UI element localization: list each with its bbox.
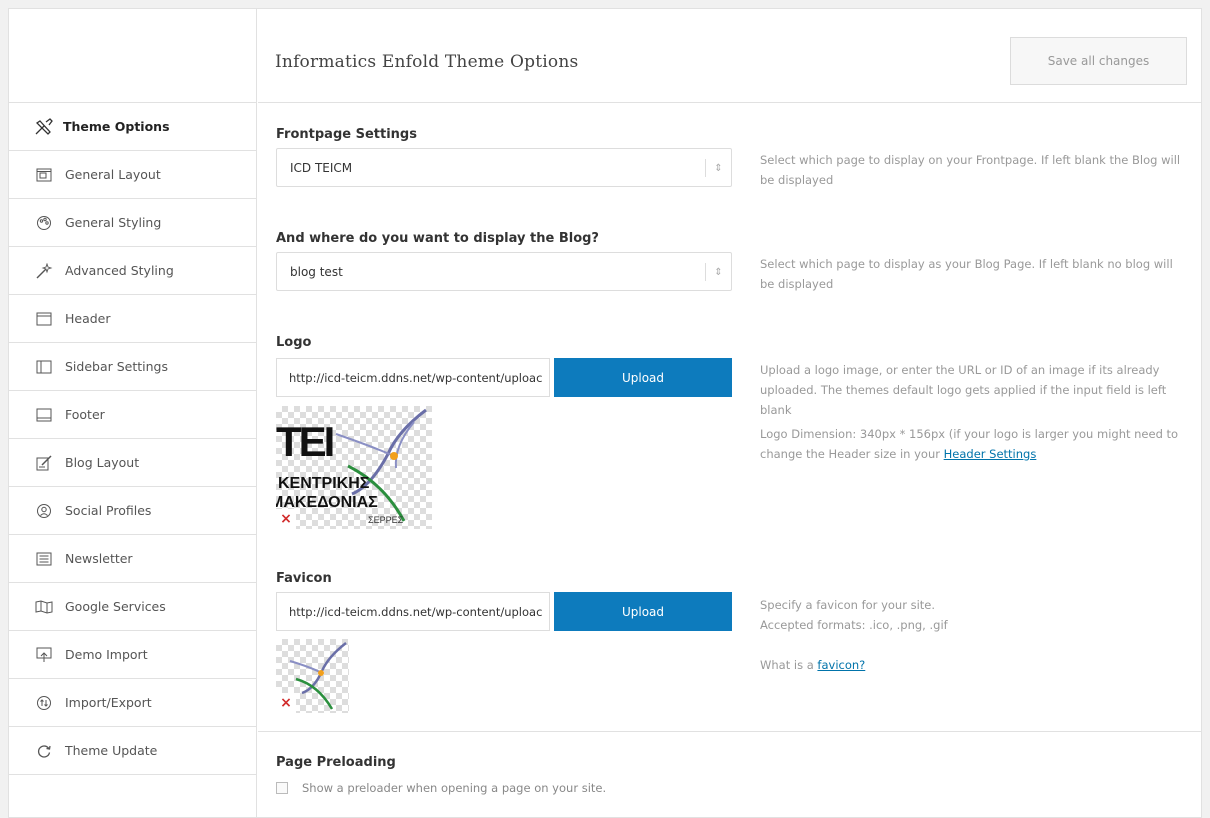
favicon-desc-line2: Accepted formats: .ico, .png, .gif	[760, 618, 948, 632]
favicon-remove-button[interactable]: ×	[276, 693, 296, 713]
sidebar-icon	[35, 358, 53, 376]
favicon-desc-line1: Specify a favicon for your site.	[760, 598, 936, 612]
section-divider	[258, 731, 1201, 732]
preloader-checkbox[interactable]	[276, 782, 288, 794]
social-icon	[35, 502, 53, 520]
preloader-checkbox-label: Show a preloader when opening a page on …	[302, 781, 607, 795]
logo-preview: TEI ΚΕΝΤΡΙΚΗΣ ΜΑΚΕΔΟΝΙΑΣ ΣΕΡΡΕΣ ×	[276, 406, 432, 529]
sidebar-item-label: Header	[65, 311, 111, 326]
blog-page-description: Select which page to display as your Blo…	[760, 257, 1173, 291]
main-content: Informatics Enfold Theme Options Save al…	[258, 9, 1201, 817]
header-icon	[35, 310, 53, 328]
sidebar-header	[9, 9, 256, 103]
options-panel: Theme Options General Layout General Sty…	[8, 8, 1202, 818]
logo-description: Upload a logo image, or enter the URL or…	[760, 363, 1167, 417]
logo-text-line4: ΣΕΡΡΕΣ	[368, 515, 404, 525]
header-settings-link[interactable]: Header Settings	[944, 447, 1037, 461]
blog-page-select[interactable]: blog test ⇕	[276, 252, 732, 291]
sidebar-item-general-layout[interactable]: General Layout	[9, 151, 256, 199]
sidebar-item-import-export[interactable]: Import/Export	[9, 679, 256, 727]
refresh-icon	[35, 742, 53, 760]
sidebar-item-label: Theme Options	[63, 119, 170, 134]
palette-icon	[35, 214, 53, 232]
favicon-upload-button[interactable]: Upload	[554, 592, 732, 631]
sidebar-item-label: Google Services	[65, 599, 166, 614]
sidebar-item-label: Newsletter	[65, 551, 133, 566]
logo-remove-button[interactable]: ×	[276, 509, 296, 529]
sidebar-item-label: General Styling	[65, 215, 162, 230]
frontpage-select-value: ICD TEICM	[290, 160, 353, 175]
sidebar-item-label: Theme Update	[65, 743, 158, 758]
select-arrows-icon: ⇕	[705, 159, 731, 177]
import-icon	[35, 646, 53, 664]
sidebar-item-theme-options[interactable]: Theme Options	[9, 103, 256, 151]
tools-icon	[33, 117, 55, 136]
frontpage-settings-label: Frontpage Settings	[276, 127, 417, 142]
sidebar-item-google-services[interactable]: Google Services	[9, 583, 256, 631]
sidebar-item-footer[interactable]: Footer	[9, 391, 256, 439]
logo-url-input[interactable]: http://icd-teicm.ddns.net/wp-content/upl…	[276, 358, 550, 397]
footer-icon	[35, 406, 53, 424]
preloader-option[interactable]: Show a preloader when opening a page on …	[276, 781, 606, 795]
sidebar: Theme Options General Layout General Sty…	[9, 9, 257, 817]
favicon-what-is: What is a favicon?	[760, 655, 1188, 675]
layout-icon	[35, 166, 53, 184]
sidebar-item-demo-import[interactable]: Demo Import	[9, 631, 256, 679]
favicon-label: Favicon	[276, 571, 332, 586]
top-bar: Informatics Enfold Theme Options Save al…	[258, 9, 1201, 103]
sidebar-item-general-styling[interactable]: General Styling	[9, 199, 256, 247]
page-title: Informatics Enfold Theme Options	[275, 52, 579, 72]
sidebar-item-theme-update[interactable]: Theme Update	[9, 727, 256, 775]
logo-upload-button[interactable]: Upload	[554, 358, 732, 397]
import-export-icon	[35, 694, 53, 712]
sidebar-item-newsletter[interactable]: Newsletter	[9, 535, 256, 583]
frontpage-description: Select which page to display on your Fro…	[760, 153, 1181, 187]
sidebar-item-label: General Layout	[65, 167, 161, 182]
sidebar-item-advanced-styling[interactable]: Advanced Styling	[9, 247, 256, 295]
sidebar-item-label: Import/Export	[65, 695, 152, 710]
sidebar-item-blog-layout[interactable]: Blog Layout	[9, 439, 256, 487]
map-icon	[35, 598, 53, 616]
favicon-url-input[interactable]: http://icd-teicm.ddns.net/wp-content/upl…	[276, 592, 550, 631]
sidebar-item-header[interactable]: Header	[9, 295, 256, 343]
logo-dimension-description: Logo Dimension: 340px * 156px (if your l…	[760, 424, 1188, 464]
select-arrows-icon: ⇕	[705, 263, 731, 281]
blog-page-label: And where do you want to display the Blo…	[276, 231, 599, 246]
logo-text-tei: TEI	[276, 418, 335, 465]
logo-label: Logo	[276, 335, 312, 350]
magic-wand-icon	[35, 262, 53, 280]
favicon-link[interactable]: favicon?	[817, 658, 865, 672]
page-preloading-label: Page Preloading	[276, 755, 396, 770]
sidebar-item-label: Demo Import	[65, 647, 148, 662]
sidebar-item-label: Social Profiles	[65, 503, 152, 518]
sidebar-item-label: Blog Layout	[65, 455, 140, 470]
blog-page-select-value: blog test	[290, 264, 343, 279]
favicon-description: Specify a favicon for your site. Accepte…	[760, 595, 1188, 675]
logo-text-line2: ΚΕΝΤΡΙΚΗΣ	[278, 475, 370, 492]
save-all-changes-button[interactable]: Save all changes	[1010, 37, 1187, 85]
sidebar-item-label: Footer	[65, 407, 105, 422]
sidebar-item-label: Advanced Styling	[65, 263, 174, 278]
edit-icon	[35, 454, 53, 472]
favicon-what-is-text: What is a	[760, 658, 818, 672]
sidebar-item-sidebar-settings[interactable]: Sidebar Settings	[9, 343, 256, 391]
sidebar-item-label: Sidebar Settings	[65, 359, 169, 374]
newsletter-icon	[35, 550, 53, 568]
sidebar-item-social-profiles[interactable]: Social Profiles	[9, 487, 256, 535]
frontpage-select[interactable]: ICD TEICM ⇕	[276, 148, 732, 187]
favicon-preview: ×	[276, 639, 349, 713]
